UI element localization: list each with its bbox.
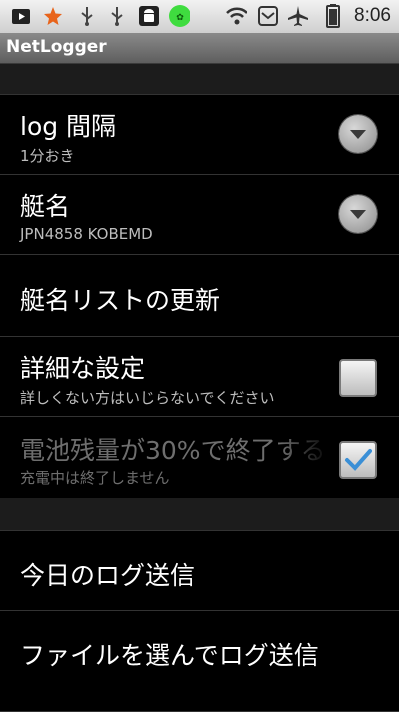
category-header [0,64,399,94]
pref-summary: 詳しくない方はいじらないでください [20,389,275,407]
pref-title: ファイルを選んでログ送信 [20,641,319,670]
pref-summary: JPN4858 KOBEMD [20,225,153,243]
checkmark-icon [345,449,372,471]
green-app-icon: ✿ [168,5,190,27]
category-header [0,498,399,530]
dropdown-arrow-icon[interactable] [339,195,377,233]
android-debug-icon [138,5,160,27]
app-title: NetLogger [6,37,107,57]
pref-summary: 1分おき [20,147,75,165]
wifi-icon [225,5,247,27]
pref-battery-exit[interactable]: 電池残量が30%で終了する 充電中は終了しません [0,416,399,499]
pref-title: 詳細な設定 [20,354,146,383]
pref-title: 艇名リストの更新 [20,286,221,315]
notification-icon [257,5,279,27]
battery-exit-checkbox[interactable] [339,441,377,479]
pref-log-interval[interactable]: log 間隔 1分おき [0,94,399,175]
usb-icon [76,5,98,27]
usb-icon [106,5,128,27]
title-bar: NetLogger [0,33,399,64]
send-file-log-button[interactable]: ファイルを選んでログ送信 [0,610,399,712]
pref-title: 艇名 [20,192,71,221]
airplane-icon [287,5,309,27]
advanced-settings-checkbox[interactable] [339,359,377,397]
text-fade [280,431,330,467]
svg-text:✿: ✿ [176,13,184,23]
pref-title: log 間隔 [20,112,117,141]
pref-update-boat-list[interactable]: 艇名リストの更新 [0,254,399,337]
send-today-log-button[interactable]: 今日のログ送信 [0,530,399,611]
status-bar: ✿ 8:06 [0,0,399,33]
battery-icon [322,4,344,28]
clock-time: 8:06 [354,5,391,26]
play-store-icon [10,5,32,27]
pref-boat-name[interactable]: 艇名 JPN4858 KOBEMD [0,174,399,255]
dropdown-arrow-icon[interactable] [339,115,377,153]
pref-advanced-settings[interactable]: 詳細な設定 詳しくない方はいじらないでください [0,336,399,417]
star-icon [42,5,64,27]
pref-title: 今日のログ送信 [20,561,196,590]
pref-summary: 充電中は終了しません [20,469,170,487]
